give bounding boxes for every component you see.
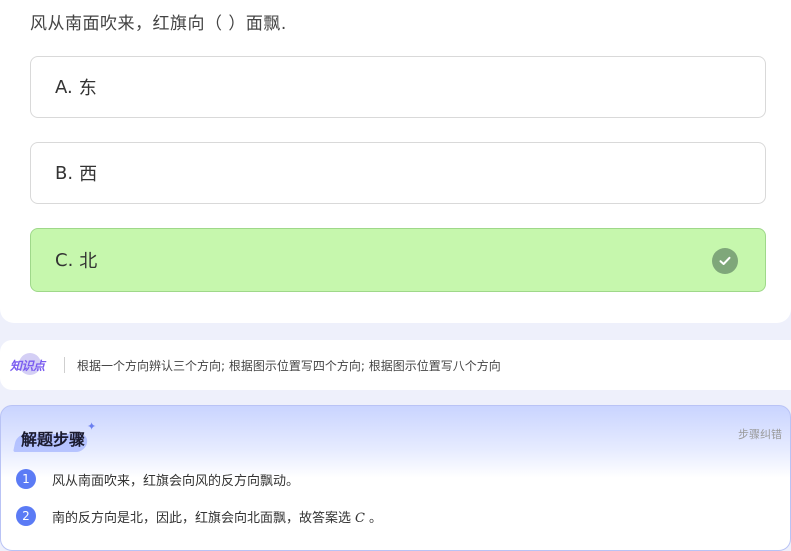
answer-variable: C bbox=[355, 510, 365, 526]
option-c[interactable]: C. 北 bbox=[30, 228, 766, 292]
steps-header: 解题步骤 ✦ bbox=[13, 420, 105, 456]
option-text: 北 bbox=[79, 251, 98, 272]
question-card: 风从南面吹来，红旗向（ ）面飘. A. 东 B. 西 C. 北 bbox=[0, 0, 791, 323]
step-text: 风从南面吹来，红旗会向风的反方向飘动。 bbox=[52, 473, 300, 489]
option-text: 西 bbox=[79, 164, 98, 185]
step-report-link[interactable]: 步骤纠错 bbox=[738, 426, 782, 442]
step-number: 2 bbox=[16, 506, 36, 526]
step-number: 1 bbox=[16, 469, 36, 489]
step-text: 南的反方向是北，因此，红旗会向北面飘，故答案选 C。 bbox=[52, 507, 382, 526]
question-text: 风从南面吹来，红旗向（ ）面飘. bbox=[30, 14, 287, 34]
option-letter: B. bbox=[55, 162, 74, 184]
check-circle-icon bbox=[712, 248, 738, 274]
steps-title: 解题步骤 bbox=[21, 430, 86, 449]
knowledge-points-bar: 知识点 根据一个方向辨认三个方向; 根据图示位置写四个方向; 根据图示位置写八个… bbox=[0, 340, 791, 390]
option-a[interactable]: A. 东 bbox=[30, 56, 766, 118]
knowledge-badge-label: 知识点 bbox=[10, 358, 45, 373]
step-item: 2 南的反方向是北，因此，红旗会向北面飘，故答案选 C。 bbox=[16, 506, 382, 526]
option-letter: A. bbox=[55, 76, 73, 98]
divider bbox=[64, 357, 65, 373]
sparkle-icon: ✦ bbox=[87, 420, 97, 433]
option-b[interactable]: B. 西 bbox=[30, 142, 766, 204]
step-item: 1 风从南面吹来，红旗会向风的反方向飘动。 bbox=[16, 469, 299, 489]
knowledge-badge: 知识点 bbox=[10, 353, 52, 377]
option-text: 东 bbox=[78, 78, 97, 99]
solution-steps-card: 解题步骤 ✦ 步骤纠错 1 风从南面吹来，红旗会向风的反方向飘动。 2 南的反方… bbox=[0, 405, 791, 551]
step-text-after: 。 bbox=[368, 510, 382, 526]
knowledge-points: 根据一个方向辨认三个方向; 根据图示位置写四个方向; 根据图示位置写八个方向 bbox=[77, 358, 501, 373]
step-text-before: 南的反方向是北，因此，红旗会向北面飘，故答案选 bbox=[52, 510, 352, 526]
option-letter: C. bbox=[55, 249, 74, 271]
